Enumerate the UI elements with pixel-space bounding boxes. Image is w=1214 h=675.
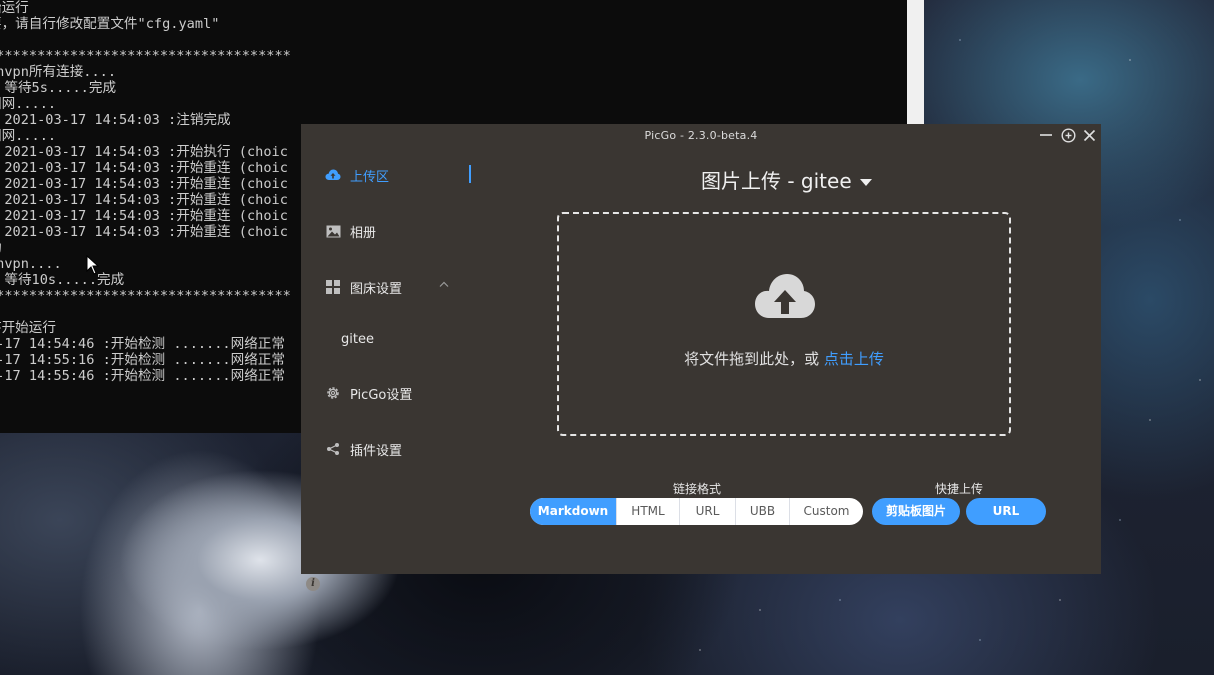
sidebar-item-label: 上传区 [350,169,390,185]
sidebar-item-label: 相册 [350,225,377,241]
quick-upload-label: 快捷上传 [935,482,984,496]
terminal-line: 等待5s.....完成 [0,80,117,96]
format-url-button[interactable]: URL [680,498,736,525]
format-html-button[interactable]: HTML [617,498,680,525]
terminal-line: 2021-03-17 14:54:03 :开始执行 (choic [0,144,288,160]
clipboard-upload-button[interactable]: 剪贴板图片 [872,498,960,525]
mouse-cursor-icon [86,255,100,275]
terminal-line: envpn所有连接.... [0,64,117,80]
upload-cloud-icon [325,167,341,183]
click-upload-link[interactable]: 点击上传 [824,350,884,368]
terminal-output: 始运行要，请自行修改配置文件"cfg.yaml" ****************… [0,0,291,384]
terminal-line: 2021-03-17 14:54:03 :开始重连 (choic [0,208,288,224]
title-bar[interactable]: PicGo - 2.3.0-beta.4 [301,124,1101,146]
terminal-line: ************************************* [0,288,291,304]
picgo-window: PicGo - 2.3.0-beta.4 上传区 相册 图床设置 gitee P… [301,124,1101,591]
terminal-line: 等待10s.....完成 [0,272,125,288]
share-icon [325,441,341,457]
format-markdown-button[interactable]: Markdown [530,498,617,525]
sidebar-item-gallery[interactable]: 相册 [301,211,471,251]
sidebar-item-plugin-settings[interactable]: 插件设置 [301,429,471,469]
dropzone-hint: 将文件拖到此处，或 点击上传 [559,348,1009,369]
terminal-line: 2021-03-17 14:54:03 :开始重连 (choic [0,176,288,192]
sidebar-subitem-gitee[interactable]: gitee [341,332,374,347]
chevron-up-icon[interactable] [439,279,449,290]
cloud-upload-icon [755,274,815,318]
terminal-line: 园网..... [0,128,57,144]
terminal-line: 3-17 14:54:46 :开始检测 .......网络正常 [0,336,285,352]
upload-dropzone[interactable]: 将文件拖到此处，或 点击上传 [557,212,1011,436]
image-icon [325,223,341,239]
url-upload-button[interactable]: URL [966,498,1046,525]
format-ubb-button[interactable]: UBB [736,498,790,525]
window-title: PicGo - 2.3.0-beta.4 [644,129,758,142]
terminal-line: 序开始运行 [0,320,56,336]
terminal-line: 3-17 14:55:46 :开始检测 .......网络正常 [0,368,285,384]
active-indicator [469,165,471,183]
link-format-group: Markdown HTML URL UBB Custom [530,498,863,525]
info-icon[interactable]: i [306,577,320,591]
sidebar-item-label: 图床设置 [350,281,403,297]
dropzone-text: 将文件拖到此处，或 [684,350,824,368]
terminal-line: 2021-03-17 14:54:03 :开始重连 (choic [0,192,288,208]
gear-icon [325,385,341,401]
sidebar-item-picbed-settings[interactable]: 图床设置 [301,267,471,307]
terminal-line: 2021-03-17 14:54:03 :开始重连 (choic [0,224,288,240]
terminal-line: 始运行 [0,0,29,16]
terminal-line: ************************************* [0,48,291,64]
caret-down-icon [859,179,872,186]
terminal-line: 动 [0,240,291,256]
terminal-line: 2021-03-17 14:54:03 :注销完成 [0,112,231,128]
sidebar-item-picgo-settings[interactable]: PicGo设置 [301,373,471,413]
page-title[interactable]: 图片上传 - gitee [701,165,1121,194]
terminal-line: 3-17 14:55:16 :开始检测 .......网络正常 [0,352,285,368]
terminal-line: 要，请自行修改配置文件"cfg.yaml" [0,16,220,32]
terminal-line: 园网..... [0,96,57,112]
format-custom-button[interactable]: Custom [790,498,863,525]
title-text: 图片上传 - gitee [701,169,852,193]
link-format-label: 链接格式 [673,482,722,496]
sidebar-item-upload[interactable]: 上传区 [301,155,471,195]
minimize-icon[interactable] [1037,126,1055,144]
pin-icon[interactable] [1059,126,1077,144]
terminal-line: envpn.... [0,256,62,272]
grid-icon [325,279,341,295]
sidebar-item-label: PicGo设置 [350,387,413,403]
sidebar: 上传区 相册 图床设置 gitee PicGo设置 插件设置 i [301,146,471,591]
terminal-line: 2021-03-17 14:54:03 :开始重连 (choic [0,160,288,176]
close-icon[interactable] [1080,126,1098,144]
sidebar-item-label: 插件设置 [350,443,403,459]
